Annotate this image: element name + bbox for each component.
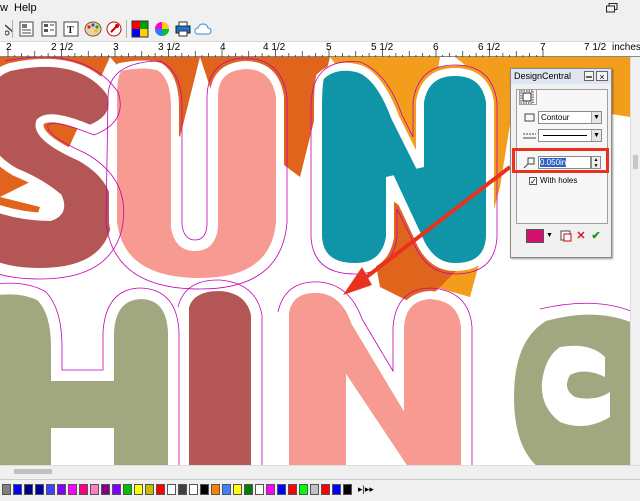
layers-list-icon[interactable] [39, 19, 59, 39]
contour-mode-select[interactable]: Contour ▼ [538, 111, 602, 124]
palette-swatch[interactable] [167, 484, 176, 495]
menubar: w Help [0, 0, 640, 16]
text-tool-icon[interactable]: T [61, 19, 81, 39]
close-panel-icon[interactable]: × [596, 71, 608, 82]
ruler-label: 5 [326, 42, 332, 53]
palette-swatch[interactable] [134, 484, 143, 495]
contour-mode-icon [524, 113, 535, 122]
with-holes-label: With holes [540, 176, 578, 185]
palette-swatch[interactable] [200, 484, 209, 495]
line-style-icon [523, 133, 536, 139]
with-holes-checkbox[interactable]: ✓ [529, 177, 537, 186]
toolbar: T [0, 16, 640, 42]
color-wheel-icon[interactable] [152, 19, 172, 39]
chevron-down-icon: ▼ [591, 130, 601, 141]
palette-swatch[interactable] [343, 484, 352, 495]
ruler-label: 5 1/2 [371, 42, 394, 53]
contour-mode-value: Contour [541, 113, 570, 122]
palette-swatch[interactable] [90, 484, 99, 495]
printer-icon[interactable] [173, 19, 193, 39]
palette-swatch[interactable] [299, 484, 308, 495]
svg-text:T: T [67, 25, 74, 36]
minimize-panel-icon[interactable] [584, 71, 594, 81]
chevron-down-icon: ▼ [591, 112, 601, 123]
palette-swatch[interactable] [332, 484, 341, 495]
palette-swatch[interactable] [112, 484, 121, 495]
ruler-label: 6 [433, 42, 439, 53]
menu-help[interactable]: Help [14, 2, 37, 14]
document-properties-icon[interactable] [17, 19, 37, 39]
palette-swatch[interactable] [211, 484, 220, 495]
horizontal-scrollbar-thumb[interactable] [14, 469, 52, 474]
offset-highlight-box [512, 148, 609, 173]
palette-swatch[interactable] [277, 484, 286, 495]
horizontal-scrollbar[interactable] [0, 465, 640, 479]
palette-swatch[interactable] [123, 484, 132, 495]
palette-swatch[interactable] [310, 484, 319, 495]
color-dropper-icon[interactable] [104, 19, 124, 39]
palette-swatch[interactable] [156, 484, 165, 495]
ruler-label: 4 [220, 42, 226, 53]
ruler-label: 3 [113, 42, 119, 53]
ruler-label: 7 [540, 42, 546, 53]
palette-swatch[interactable] [255, 484, 264, 495]
contour-tab[interactable] [519, 89, 537, 105]
color-palette-icon[interactable] [83, 19, 103, 39]
cloud-icon[interactable] [193, 19, 213, 39]
palette-swatch[interactable] [189, 484, 198, 495]
ruler-label: 6 1/2 [478, 42, 501, 53]
line-style-select[interactable]: ▼ [538, 129, 602, 142]
cancel-icon[interactable]: ✕ [574, 229, 588, 243]
palette-swatch[interactable] [24, 484, 33, 495]
ruler-label: 3 1/2 [158, 42, 181, 53]
color-grid-icon[interactable] [130, 19, 150, 39]
horizontal-ruler: 2 2 1/2 3 3 1/2 4 4 1/2 5 5 1/2 6 6 1/2 … [0, 42, 640, 57]
palette-swatch[interactable] [79, 484, 88, 495]
palette-scroll-icon[interactable]: ▸|▸▸ [358, 484, 374, 495]
palette-swatch[interactable] [101, 484, 110, 495]
chevron-down-icon[interactable]: ▼ [546, 229, 554, 243]
restore-window-icon[interactable] [606, 3, 618, 13]
palette-swatch[interactable] [57, 484, 66, 495]
palette-swatch[interactable] [233, 484, 242, 495]
palette-swatch[interactable] [145, 484, 154, 495]
contour-tab-icon [520, 90, 534, 104]
palette-swatch[interactable] [321, 484, 330, 495]
ruler-label: 2 1/2 [51, 42, 74, 53]
palette-swatch[interactable] [266, 484, 275, 495]
apply-check-icon[interactable]: ✔ [589, 229, 603, 243]
app-window: w Help T 2 2 1/2 3 3 1/2 4 4 1/2 5 5 1/2… [0, 0, 640, 501]
palette-swatch[interactable] [2, 484, 11, 495]
palette-swatch[interactable] [13, 484, 22, 495]
color-palette-bar: ▸|▸▸ [0, 479, 640, 501]
palette-swatch[interactable] [288, 484, 297, 495]
ruler-unit-label: inches [612, 42, 640, 53]
palette-swatch[interactable] [222, 484, 231, 495]
line-style-preview [543, 135, 587, 136]
apply-to-icon[interactable] [559, 229, 573, 243]
vertical-scrollbar[interactable] [630, 57, 640, 465]
ruler-label: 2 [6, 42, 12, 53]
palette-swatch[interactable] [35, 484, 44, 495]
palette-swatch[interactable] [244, 484, 253, 495]
palette-swatch[interactable] [68, 484, 77, 495]
vertical-scrollbar-thumb[interactable] [633, 155, 638, 169]
contour-color-swatch[interactable] [526, 229, 544, 243]
palette-swatch[interactable] [46, 484, 55, 495]
ruler-label: 7 1/2 [584, 42, 607, 53]
menu-view[interactable]: w [0, 2, 8, 14]
palette-swatch[interactable] [178, 484, 187, 495]
ruler-label: 4 1/2 [263, 42, 286, 53]
